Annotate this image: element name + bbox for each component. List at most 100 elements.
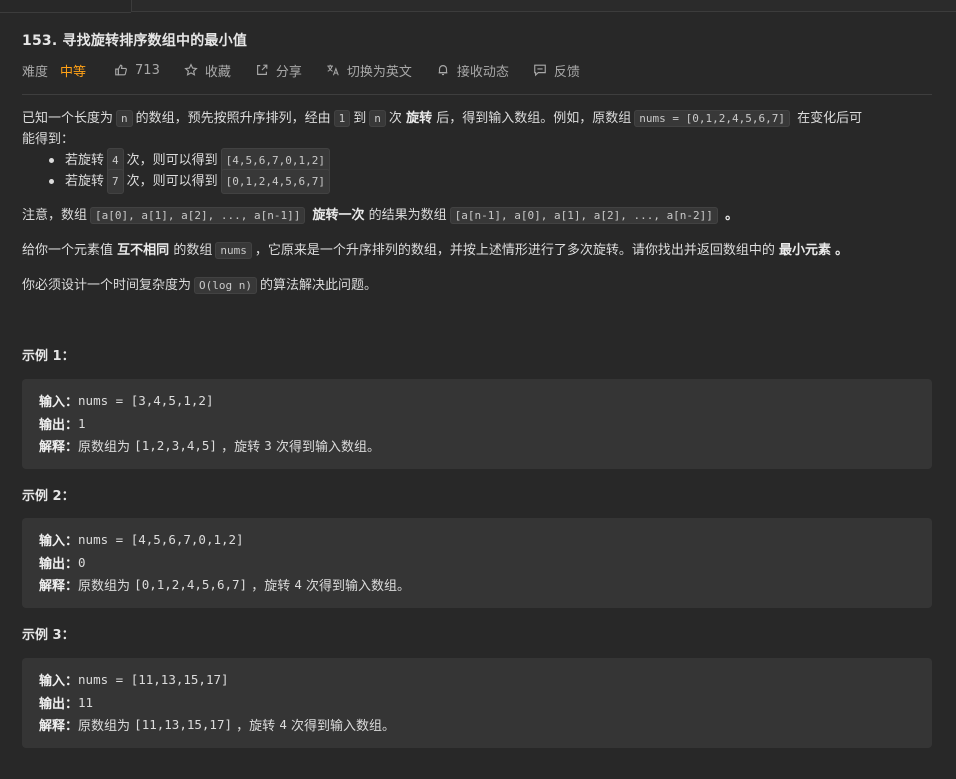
text: 到: [353, 111, 367, 126]
example-box: 输入： nums = [11,13,15,17] 输出： 11 解释： 原数组为 [1…: [22, 658, 932, 748]
inline-code: n: [116, 110, 133, 127]
subscribe-button[interactable]: 接收动态: [436, 61, 509, 80]
text: 的结果为数组: [368, 208, 447, 223]
example-title: 示例 1：: [22, 349, 75, 364]
input-label: 输入：: [39, 394, 79, 410]
subscribe-label: 接收动态: [456, 64, 509, 80]
example-box: 输入： nums = [3,4,5,1,2] 输出： 1 解释： 原数组为 [1,2,…: [22, 379, 932, 469]
example-title: 示例 2：: [22, 489, 75, 504]
favorite-button[interactable]: 收藏: [184, 61, 231, 80]
text: ，它原来是一个升序排列的数组，并按上述情形进行了多次旋转。请你找出并返回数组中的: [254, 243, 775, 258]
bold-text: 最小元素: [778, 243, 831, 258]
example-output-line: 输出： 0: [39, 552, 86, 572]
text: 的数组，预先按照升序排列，经由: [135, 111, 331, 126]
text: 的数组: [173, 243, 213, 258]
example-input-line: 输入： nums = [4,5,6,7,0,1,2]: [39, 529, 244, 549]
problem-meta-bar: 难度 中等 713 收藏 分享 切换为英文 接收动态 反馈: [22, 61, 604, 80]
message-icon: [534, 64, 546, 77]
inline-code: [a[0], a[1], a[2], ..., a[n-1]]: [90, 207, 306, 224]
tab-area: [131, 0, 956, 12]
difficulty-label: 难度: [22, 64, 49, 80]
task-paragraph: 给你一个元素值 互不相同 的数组 nums ，它原来是一个升序排列的数组，并按上述情…: [22, 240, 937, 261]
text: 次，则可以得到: [126, 174, 218, 189]
text: 。: [725, 208, 739, 223]
bold-text: 旋转: [406, 111, 433, 126]
output-value: 1: [78, 415, 86, 431]
text: 次得到输入数组。: [290, 718, 395, 734]
star-icon: [184, 63, 198, 76]
input-value: nums = [3,4,5,1,2]: [78, 392, 214, 408]
bell-icon: [438, 65, 448, 76]
inline-code: nums: [215, 242, 252, 259]
text: ，旋转: [221, 439, 261, 455]
favorite-label: 收藏: [204, 64, 231, 80]
feedback-label: 反馈: [553, 64, 580, 80]
complexity-paragraph: 你必须设计一个时间复杂度为 O(log n) 的算法解决此问题。: [22, 275, 937, 296]
inline-code: 1: [333, 110, 351, 127]
bold-text: 旋转一次: [312, 208, 365, 223]
like-button[interactable]: 713: [114, 63, 160, 78]
text: [1,2,3,4,5]: [134, 437, 217, 453]
text: 次，则可以得到: [126, 153, 218, 168]
text: 次: [388, 111, 402, 126]
text: 你必须设计一个时间复杂度为: [22, 278, 192, 293]
switch-language-label: 切换为英文: [346, 64, 412, 80]
example-explanation-line: 解释： 原数组为 [1,2,3,4,5] ，旋转 3 次得到输入数组。: [39, 435, 380, 455]
output-label: 输出：: [39, 696, 79, 712]
example-input-line: 输入： nums = [3,4,5,1,2]: [39, 390, 213, 410]
rotation-examples-list: 若旋转 4 次，则可以得到 [4,5,6,7,0,1,2] 若旋转 7 次，则可以得到 [0…: [49, 148, 650, 194]
share-button[interactable]: 分享: [255, 61, 302, 80]
text: 4: [294, 576, 302, 592]
input-value: nums = [4,5,6,7,0,1,2]: [78, 531, 244, 547]
example-output-line: 输出： 1: [39, 413, 86, 433]
text: 次得到输入数组。: [306, 578, 411, 594]
text: 的算法解决此问题。: [260, 278, 378, 293]
description-paragraph: 已知一个长度为 n 的数组，预先按照升序排列，经由 1 到 n 次 旋转 后，得到输入数组。…: [22, 108, 937, 150]
explanation-label: 解释：: [39, 718, 79, 734]
text: ，旋转: [251, 578, 291, 594]
header-divider: [22, 94, 932, 95]
input-label: 输入：: [39, 673, 79, 689]
example-box: 输入： nums = [4,5,6,7,0,1,2] 输出： 0 解释： 原数组为 […: [22, 518, 932, 608]
text: 注意，数组: [22, 208, 88, 223]
translate-icon: [327, 64, 339, 76]
switch-language-button[interactable]: 切换为英文: [326, 61, 412, 80]
input-value: nums = [11,13,15,17]: [78, 671, 229, 687]
list-item: 若旋转 4 次，则可以得到 [4,5,6,7,0,1,2]: [49, 148, 650, 173]
output-label: 输出：: [39, 556, 79, 572]
feedback-button[interactable]: 反馈: [533, 61, 580, 80]
text: 若旋转: [65, 174, 105, 189]
text: 3: [264, 437, 272, 453]
example-input-line: 输入： nums = [11,13,15,17]: [39, 669, 229, 689]
text: 次得到输入数组。: [275, 439, 380, 455]
bullet-dot: [49, 158, 54, 163]
text: 能得到：: [22, 132, 75, 147]
tab-underline: [0, 0, 131, 13]
problem-description-panel: 153. 寻找旋转排序数组中的最小值 难度 中等 713 收藏 分享 切换为英文…: [0, 0, 956, 779]
thumbs-up-icon: [115, 64, 127, 76]
text: 给你一个元素值: [22, 243, 114, 258]
example-title: 示例 3：: [22, 628, 75, 643]
output-value: 0: [78, 554, 86, 570]
text: 。: [835, 243, 849, 258]
text: 原数组为: [78, 718, 131, 734]
text: [11,13,15,17]: [134, 716, 233, 732]
like-count: 713: [135, 62, 160, 78]
inline-code: 7: [107, 169, 124, 194]
inline-code: [0,1,2,4,5,6,7]: [220, 169, 330, 194]
bold-text: 互不相同: [117, 243, 170, 258]
input-label: 输入：: [39, 533, 79, 549]
output-label: 输出：: [39, 417, 79, 433]
text: 4: [279, 716, 287, 732]
text: 原数组为: [78, 439, 131, 455]
text: 已知一个长度为: [22, 111, 114, 126]
difficulty-badge: 中等: [60, 64, 87, 80]
list-item: 若旋转 7 次，则可以得到 [0,1,2,4,5,6,7]: [49, 169, 650, 194]
explanation-label: 解释：: [39, 578, 79, 594]
text: ，旋转: [236, 718, 276, 734]
inline-code: n: [369, 110, 386, 127]
note-paragraph: 注意，数组 [a[0], a[1], a[2], ..., a[n-1]] 旋转一…: [22, 205, 937, 226]
text: 原数组为: [78, 578, 131, 594]
output-value: 11: [78, 694, 94, 710]
problem-title: 153. 寻找旋转排序数组中的最小值: [22, 33, 248, 49]
